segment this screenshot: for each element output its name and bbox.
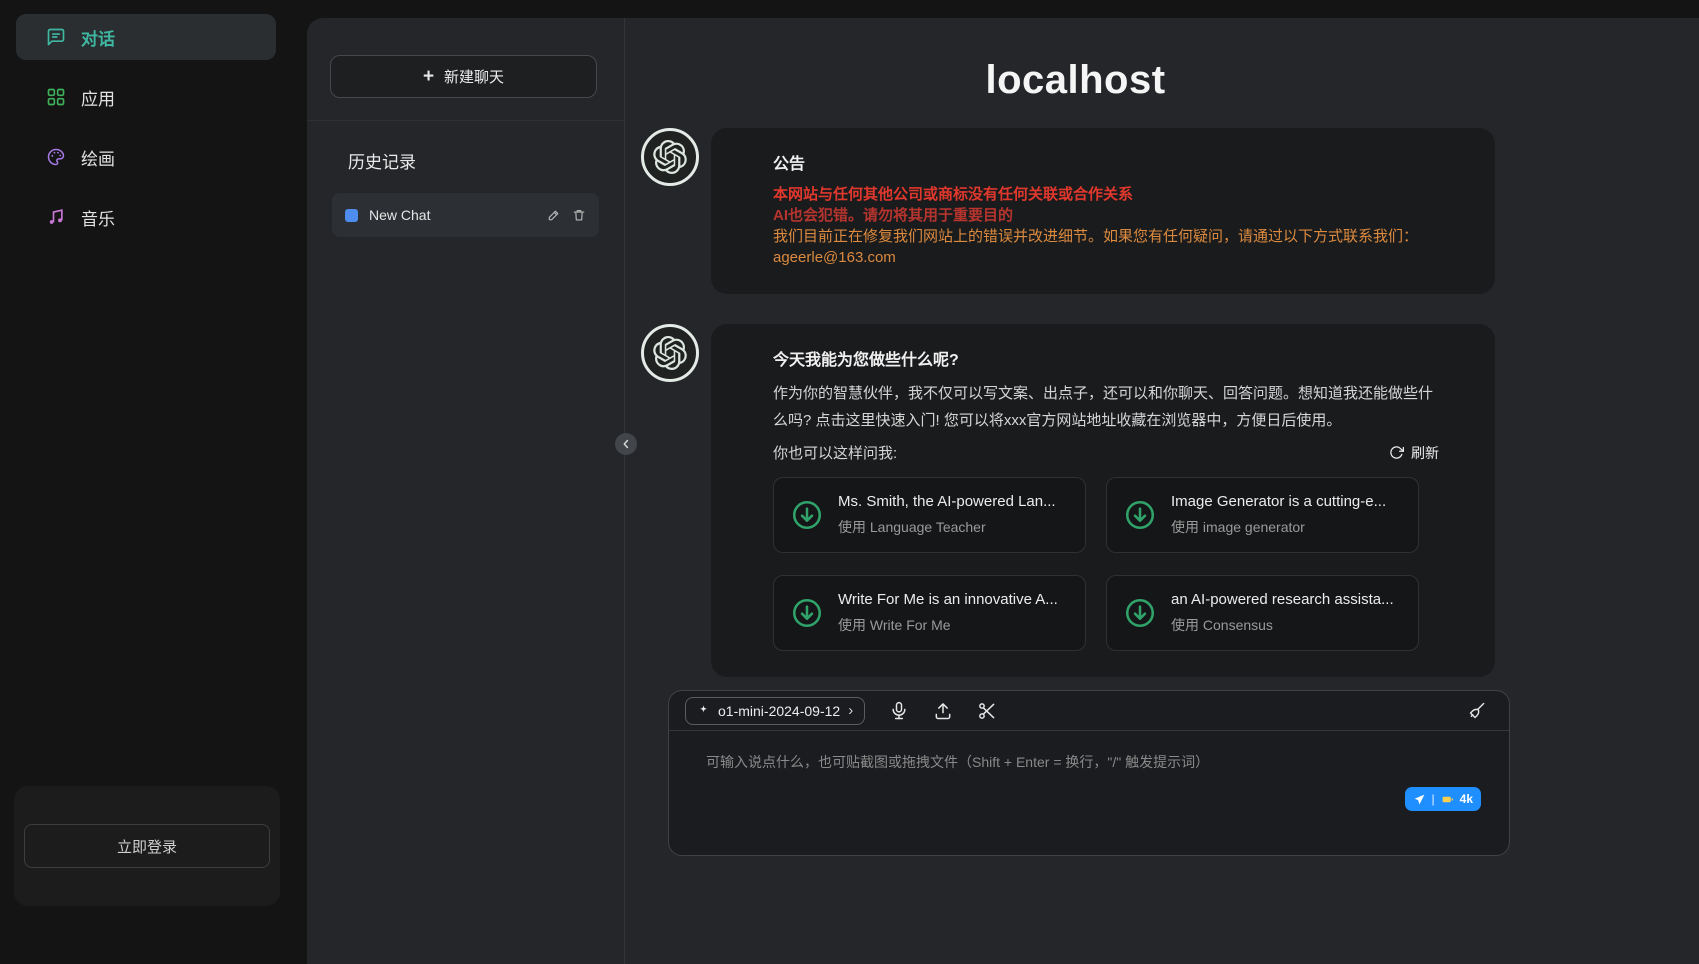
history-title: 历史记录 xyxy=(348,148,416,173)
collapse-sidebar-button[interactable] xyxy=(615,433,637,455)
assistant-avatar xyxy=(641,128,699,186)
circle-down-icon xyxy=(790,498,824,532)
chat-list-item[interactable]: New Chat xyxy=(332,193,599,237)
announcement-title: 公告 xyxy=(773,150,1439,174)
suggestion-title: Ms. Smith, the AI-powered Lan... xyxy=(838,493,1056,510)
refresh-button[interactable]: 刷新 xyxy=(1389,443,1439,463)
sidebar-item-label: 绘画 xyxy=(81,145,115,170)
circle-down-icon xyxy=(1123,596,1157,630)
suggestion-subtitle: 使用 Write For Me xyxy=(838,615,1058,635)
main-panel: + 新建聊天 历史记录 New Chat localhost xyxy=(307,18,1699,964)
announcement-line: AI也会犯错。请勿将其用于重要目的 xyxy=(773,205,1439,226)
suggestion-card[interactable]: Write For Me is an innovative A... 使用 Wr… xyxy=(773,575,1086,651)
ask-hint: 你也可以这样问我: xyxy=(773,442,897,463)
suggestion-title: Image Generator is a cutting-e... xyxy=(1171,493,1386,510)
badge-divider: | xyxy=(1432,792,1435,806)
suggestion-grid: Ms. Smith, the AI-powered Lan... 使用 Lang… xyxy=(773,477,1439,651)
clear-context-button[interactable] xyxy=(1467,701,1487,721)
suggestion-subtitle: 使用 image generator xyxy=(1171,517,1386,537)
suggestion-subtitle: 使用 Language Teacher xyxy=(838,517,1056,537)
suggestion-title: an AI-powered research assista... xyxy=(1171,591,1394,608)
sidebar: 对话 应用 绘画 音乐 立即登录 xyxy=(0,0,292,964)
sidebar-footer: 立即登录 xyxy=(14,786,280,906)
sidebar-item-label: 对话 xyxy=(81,25,115,50)
suggestion-card[interactable]: Image Generator is a cutting-e... 使用 ima… xyxy=(1106,477,1419,553)
suggestion-title: Write For Me is an innovative A... xyxy=(838,591,1058,608)
sparkle-icon xyxy=(697,704,710,717)
edit-icon[interactable] xyxy=(547,208,561,222)
sidebar-item-drawing[interactable]: 绘画 xyxy=(16,134,276,180)
chat-item-title: New Chat xyxy=(369,207,536,223)
announcement-line: 本网站与任何其他公司或商标没有任何关联或合作关系 xyxy=(773,184,1439,205)
scissors-icon xyxy=(977,701,997,721)
refresh-icon xyxy=(1389,445,1404,460)
message-row: 公告 本网站与任何其他公司或商标没有任何关联或合作关系 AI也会犯错。请勿将其用… xyxy=(641,128,1495,294)
assistant-avatar xyxy=(641,324,699,382)
chat-list-pane: + 新建聊天 历史记录 New Chat xyxy=(307,18,625,964)
trash-icon[interactable] xyxy=(572,208,586,222)
circle-down-icon xyxy=(790,596,824,630)
message-row: 今天我能为您做些什么呢? 作为你的智慧伙伴，我不仅可以写文案、出点子，还可以和你… xyxy=(641,324,1495,677)
composer-toolbar: o1-mini-2024-09-12 › xyxy=(669,691,1509,731)
page-title: localhost xyxy=(641,58,1510,103)
new-chat-label: 新建聊天 xyxy=(444,66,504,87)
suggestion-card[interactable]: an AI-powered research assista... 使用 Con… xyxy=(1106,575,1419,651)
suggestion-subtitle: 使用 Consensus xyxy=(1171,615,1394,635)
microphone-button[interactable] xyxy=(889,701,909,721)
grid-icon xyxy=(46,87,66,107)
announcement-line: 我们目前正在修复我们网站上的错误并改进细节。如果您有任何疑问，请通过以下方式联系… xyxy=(773,226,1439,247)
sidebar-item-music[interactable]: 音乐 xyxy=(16,194,276,240)
welcome-message: 今天我能为您做些什么呢? 作为你的智慧伙伴，我不仅可以写文案、出点子，还可以和你… xyxy=(711,324,1495,677)
upload-button[interactable] xyxy=(933,701,953,721)
music-note-icon xyxy=(46,207,66,227)
upload-icon xyxy=(933,701,953,721)
circle-down-icon xyxy=(1123,498,1157,532)
chat-color-swatch xyxy=(345,209,358,222)
palette-icon xyxy=(46,147,66,167)
contact-email-link[interactable]: ageerle@163.com xyxy=(773,247,1439,268)
model-name: o1-mini-2024-09-12 xyxy=(718,703,840,719)
suggestion-card[interactable]: Ms. Smith, the AI-powered Lan... 使用 Lang… xyxy=(773,477,1086,553)
broom-icon xyxy=(1467,701,1487,721)
app-window: 对话 应用 绘画 音乐 立即登录 xyxy=(0,0,1699,964)
battery-icon xyxy=(1441,793,1454,806)
token-count: 4k xyxy=(1460,792,1473,806)
login-button[interactable]: 立即登录 xyxy=(24,824,270,868)
refresh-label: 刷新 xyxy=(1411,443,1439,463)
openai-logo-icon xyxy=(653,336,687,370)
openai-logo-icon xyxy=(653,140,687,174)
announcement-message: 公告 本网站与任何其他公司或商标没有任何关联或合作关系 AI也会犯错。请勿将其用… xyxy=(711,128,1495,294)
chat-bubble-icon xyxy=(46,27,66,47)
sidebar-item-label: 应用 xyxy=(81,85,115,110)
chat-main: localhost 公告 本网站与任何其他公司或商标没有任何关联或合作关系 AI… xyxy=(626,18,1699,964)
sidebar-item-chat[interactable]: 对话 xyxy=(16,14,276,60)
welcome-title: 今天我能为您做些什么呢? xyxy=(773,346,1439,370)
new-chat-button[interactable]: + 新建聊天 xyxy=(330,55,597,98)
sidebar-item-apps[interactable]: 应用 xyxy=(16,74,276,120)
scissors-button[interactable] xyxy=(977,701,997,721)
welcome-body: 作为你的智慧伙伴，我不仅可以写文案、出点子，还可以和你聊天、回答问题。想知道我还… xyxy=(773,380,1439,434)
composer: o1-mini-2024-09-12 › xyxy=(668,690,1510,856)
model-selector[interactable]: o1-mini-2024-09-12 › xyxy=(685,697,865,725)
plus-icon: + xyxy=(423,66,434,88)
microphone-icon xyxy=(889,701,909,721)
chat-list-header: + 新建聊天 xyxy=(307,18,624,121)
send-plane-icon xyxy=(1413,793,1426,806)
message-input[interactable] xyxy=(669,732,1509,820)
send-token-badge[interactable]: | 4k xyxy=(1405,787,1481,811)
chevron-right-icon: › xyxy=(848,702,853,719)
sidebar-item-label: 音乐 xyxy=(81,205,115,230)
